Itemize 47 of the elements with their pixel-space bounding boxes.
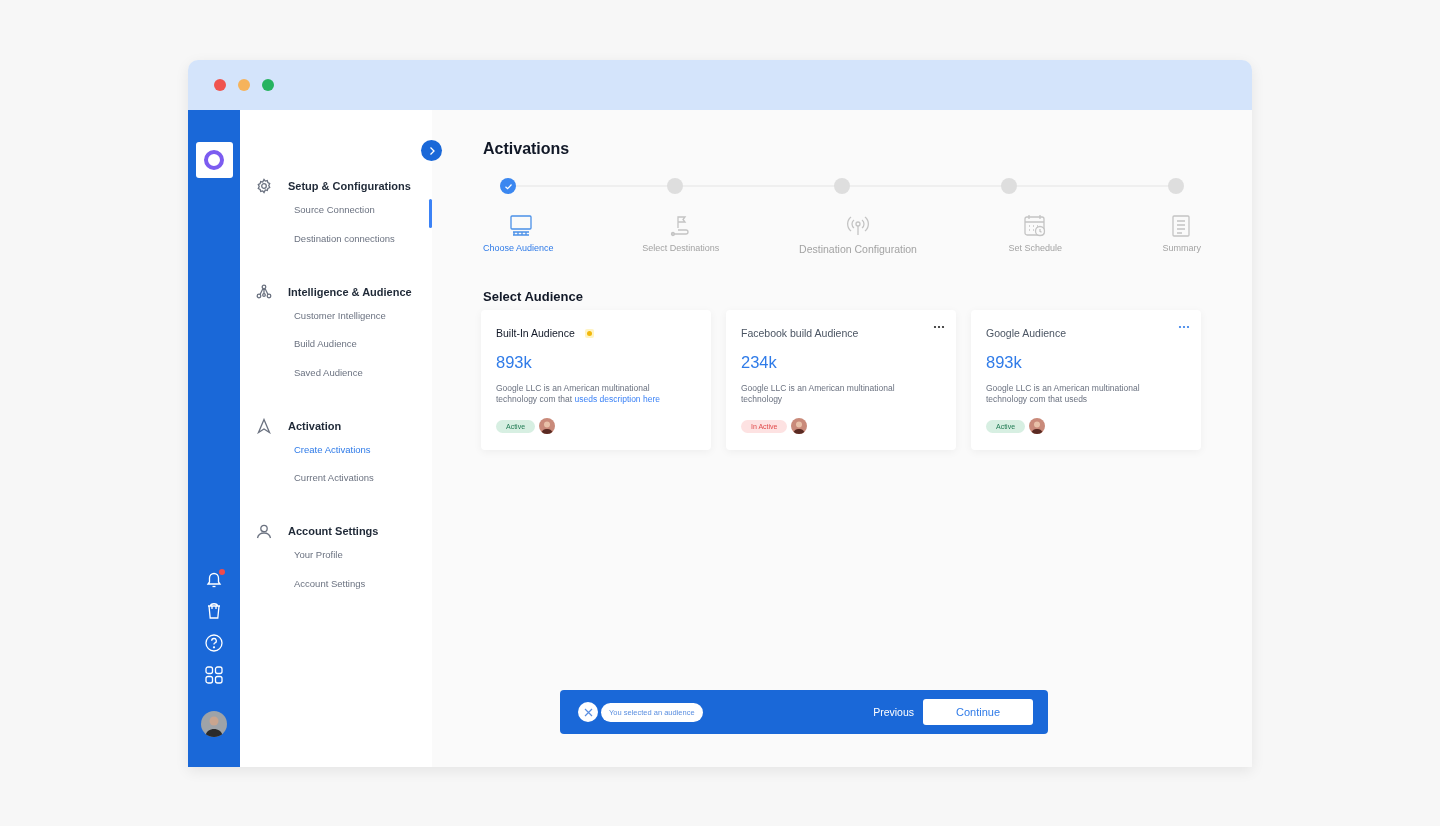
section-title: Select Audience	[483, 289, 584, 304]
user-avatar	[1029, 418, 1046, 434]
nav-item[interactable]: Current Activations	[294, 472, 374, 484]
card-title: Built-In Audience	[496, 327, 575, 339]
card-description: Google LLC is an American multinational technology	[741, 383, 896, 405]
more-icon[interactable]	[933, 325, 945, 329]
previous-button[interactable]: Previous	[873, 706, 914, 718]
user-avatar	[791, 418, 808, 434]
section-heading: Intelligence & Audience	[288, 285, 412, 298]
broadcast-icon	[846, 214, 870, 238]
help-icon[interactable]	[204, 633, 224, 653]
close-window-button[interactable]	[214, 79, 226, 91]
monitor-icon	[509, 214, 533, 238]
nav-item[interactable]: Build Audience	[294, 338, 357, 350]
section-heading: Setup & Configurations	[288, 180, 411, 192]
apps-icon[interactable]	[204, 665, 224, 685]
description-link[interactable]: useds description here	[574, 394, 660, 404]
user-avatar	[539, 418, 556, 434]
nav-item[interactable]: Saved Audience	[294, 366, 363, 379]
navigation-icon	[256, 417, 272, 434]
calendar-icon	[1023, 214, 1048, 238]
card-title: Google Audience	[986, 327, 1066, 339]
nav-item[interactable]: Create Activations	[294, 443, 371, 456]
section-heading: Activation	[288, 419, 342, 432]
step-label[interactable]: Choose Audience	[483, 243, 554, 253]
audience-count: 234k	[741, 352, 778, 372]
close-button[interactable]	[578, 702, 598, 722]
continue-button[interactable]: Continue	[923, 699, 1033, 725]
nav-item[interactable]: Account Settings	[294, 577, 366, 590]
nav-item[interactable]: Source Connection	[294, 204, 375, 216]
gear-icon	[256, 178, 272, 194]
card-title: Facebook build Audience	[741, 327, 859, 339]
nav-item[interactable]: Your Profile	[294, 549, 343, 561]
page-title: Activations	[483, 140, 571, 158]
user-avatar[interactable]	[201, 711, 227, 737]
app-logo[interactable]	[195, 142, 233, 178]
card-description: Google LLC is an American multinational technology com that useds description here	[496, 383, 661, 405]
close-icon	[583, 707, 593, 717]
scrollbar[interactable]	[429, 199, 432, 228]
user-icon	[256, 523, 272, 539]
audience-count: 893k	[986, 352, 1023, 372]
section-heading: Account Settings	[288, 525, 379, 537]
nav-item[interactable]: Customer Intelligence	[294, 309, 386, 322]
nav-item[interactable]: Destination connections	[294, 232, 395, 245]
audience-count: 893k	[496, 352, 533, 372]
network-icon	[256, 283, 272, 300]
card-description: Google LLC is an American multinational technology com that useds	[986, 383, 1141, 405]
